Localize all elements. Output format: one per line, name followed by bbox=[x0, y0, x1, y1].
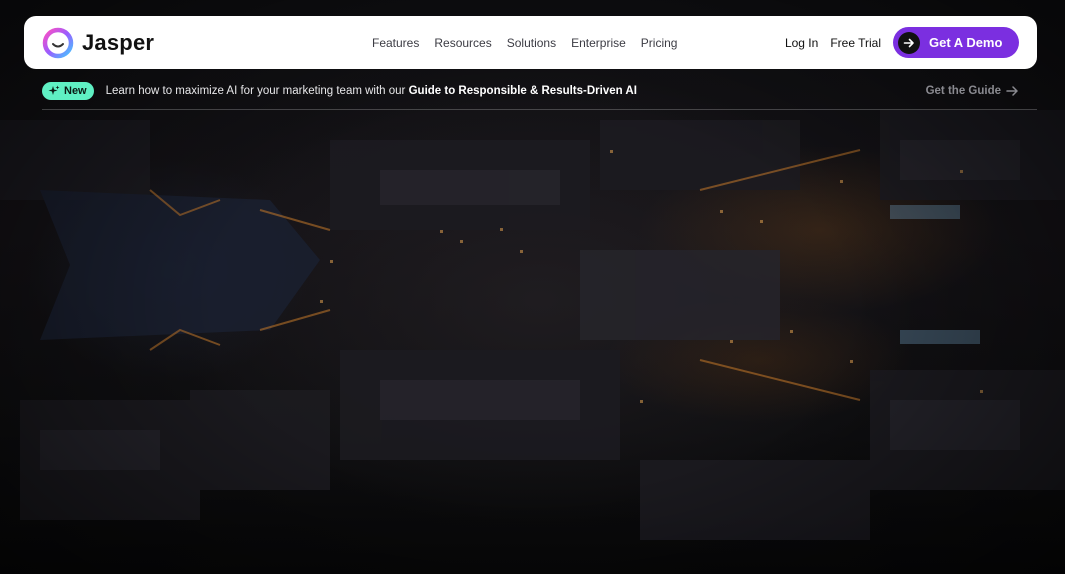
nav-link-features[interactable]: Features bbox=[372, 36, 419, 50]
nav-link-resources[interactable]: Resources bbox=[434, 36, 491, 50]
banner-message: Learn how to maximize AI for your market… bbox=[106, 85, 637, 97]
nav-link-enterprise[interactable]: Enterprise bbox=[571, 36, 626, 50]
jasper-logo-icon bbox=[42, 27, 74, 58]
new-badge: New bbox=[42, 82, 94, 100]
new-badge-label: New bbox=[64, 85, 87, 97]
arrow-right-icon bbox=[1006, 86, 1018, 96]
top-navbar: Jasper Features Resources Solutions Ente… bbox=[24, 16, 1037, 69]
nav-link-pricing[interactable]: Pricing bbox=[641, 36, 678, 50]
brand-home-link[interactable]: Jasper bbox=[42, 27, 154, 59]
get-demo-button[interactable]: Get A Demo bbox=[893, 27, 1019, 58]
banner-divider bbox=[42, 109, 1037, 110]
get-the-guide-label: Get the Guide bbox=[925, 85, 1001, 97]
get-the-guide-link[interactable]: Get the Guide bbox=[926, 81, 1019, 101]
login-link[interactable]: Log In bbox=[785, 36, 818, 50]
nav-link-solutions[interactable]: Solutions bbox=[507, 36, 556, 50]
brand-name: Jasper bbox=[82, 29, 155, 55]
banner-guide-title: Guide to Responsible & Results-Driven AI bbox=[408, 85, 637, 97]
arrow-right-icon bbox=[898, 31, 920, 54]
nav-actions: Log In Free Trial Get A Demo bbox=[785, 16, 1019, 69]
announcement-banner: New Learn how to maximize AI for your ma… bbox=[42, 81, 1037, 101]
sparkle-icon bbox=[48, 85, 60, 95]
get-demo-label: Get A Demo bbox=[929, 35, 1003, 50]
primary-nav: Features Resources Solutions Enterprise … bbox=[372, 16, 677, 69]
banner-text-regular: Learn how to maximize AI for your market… bbox=[105, 85, 409, 97]
free-trial-link[interactable]: Free Trial bbox=[830, 36, 881, 50]
